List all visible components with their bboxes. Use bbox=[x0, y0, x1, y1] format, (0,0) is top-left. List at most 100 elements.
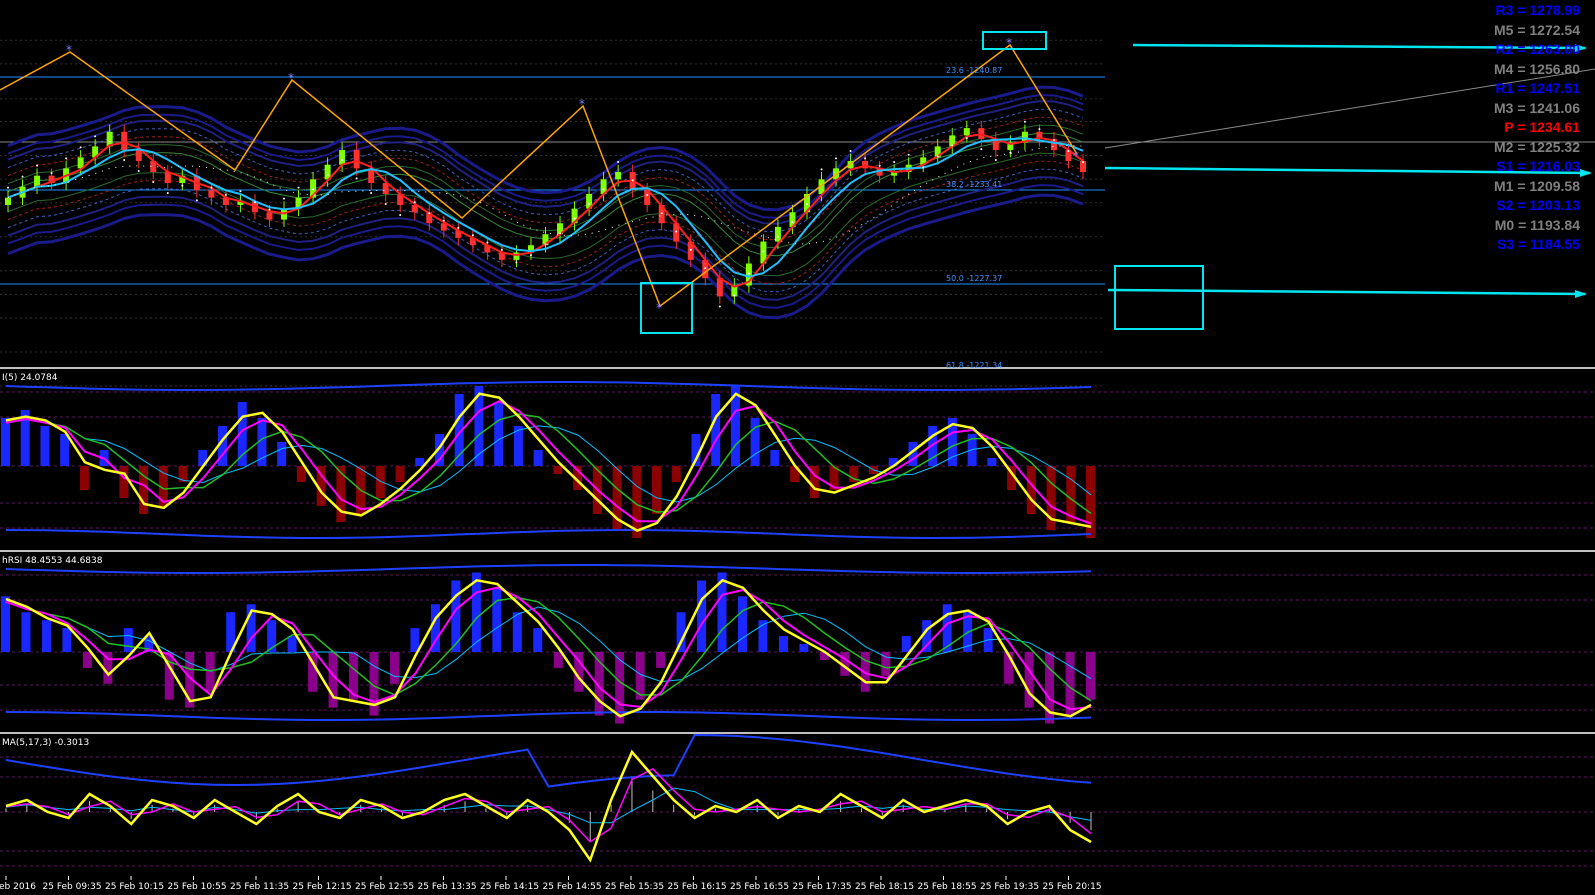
sar-dot bbox=[660, 212, 663, 215]
histogram-bar bbox=[656, 652, 666, 668]
histogram-bar bbox=[901, 636, 911, 652]
sar-dot bbox=[951, 144, 954, 147]
histogram-bar bbox=[987, 458, 997, 466]
pivot-level-label: R3 = 1278.99 bbox=[1495, 2, 1580, 18]
zigzag-marker: * bbox=[579, 97, 585, 111]
sar-dot bbox=[1023, 120, 1026, 123]
trading-chart[interactable]: * * * * * * 23.6 -1240.87 38.2 -1233.41 50.0 -12… bbox=[0, 0, 1595, 892]
sar-dot bbox=[1052, 139, 1055, 142]
histogram-bar bbox=[328, 652, 338, 708]
x-tick-label: 25 Feb 15:35 bbox=[605, 882, 664, 891]
sar-dot bbox=[312, 188, 315, 191]
histogram-bar bbox=[671, 466, 681, 482]
sar-dot bbox=[864, 157, 867, 160]
histogram-bar bbox=[123, 628, 133, 652]
x-tick-label: 25 Feb 12:15 bbox=[293, 882, 352, 891]
x-tick-label: 25 Feb 18:55 bbox=[918, 882, 977, 891]
histogram-bar bbox=[41, 620, 51, 652]
histogram-bar bbox=[697, 580, 707, 652]
arrow-head-2 bbox=[1580, 169, 1592, 177]
sar-dot bbox=[428, 212, 431, 215]
x-tick-label: 25 Feb 11:35 bbox=[230, 882, 289, 891]
histogram-bar bbox=[778, 636, 788, 652]
histogram-bar bbox=[277, 442, 287, 466]
sar-dot bbox=[283, 197, 286, 200]
sar-dot bbox=[515, 261, 518, 264]
sar-dot bbox=[36, 164, 39, 167]
sar-dot bbox=[1038, 128, 1041, 131]
histogram-bar bbox=[62, 628, 72, 652]
histogram-bar bbox=[60, 434, 70, 466]
sar-dot bbox=[849, 150, 852, 153]
sar-dot bbox=[820, 168, 823, 171]
histogram-bar bbox=[21, 612, 31, 652]
sar-dot bbox=[893, 161, 896, 164]
highlight-box-low bbox=[640, 282, 693, 334]
histogram-bar bbox=[287, 636, 297, 652]
histogram-bar bbox=[119, 466, 129, 498]
sar-dot bbox=[747, 272, 750, 275]
sar-dot bbox=[268, 208, 271, 211]
sar-dot bbox=[152, 181, 155, 184]
x-tick-label: 25 Feb 14:15 bbox=[480, 882, 539, 891]
sar-dot bbox=[559, 232, 562, 235]
sar-dot bbox=[631, 179, 634, 182]
zigzag-line bbox=[0, 43, 1078, 308]
sar-dot bbox=[123, 159, 126, 162]
sar-dot bbox=[588, 202, 591, 205]
histogram-bar bbox=[82, 652, 92, 668]
x-tick-label: 25 Feb 20:15 bbox=[1043, 882, 1102, 891]
sar-dot bbox=[7, 186, 9, 189]
sar-dot bbox=[544, 243, 547, 246]
indicator-2-label: hRSI 48.4553 44.6838 bbox=[2, 556, 103, 566]
pivot-level-label: M5 = 1272.54 bbox=[1493, 21, 1580, 38]
histogram-bar bbox=[711, 394, 721, 466]
indicator-lower-band bbox=[5, 711, 1092, 722]
pivot-level-label: M2 = 1225.32 bbox=[1493, 138, 1580, 155]
candle-body bbox=[5, 197, 11, 205]
zigzag-marker: * bbox=[66, 43, 72, 57]
sar-dot bbox=[835, 157, 838, 160]
sar-dot bbox=[617, 161, 620, 164]
sar-dot bbox=[399, 213, 402, 216]
sar-dot bbox=[239, 190, 242, 193]
dashed-band-1 bbox=[7, 108, 1084, 233]
histogram-bar bbox=[553, 652, 563, 668]
sar-dot bbox=[1067, 150, 1070, 153]
fib-label: 50.0 -1227.37 bbox=[946, 274, 1002, 283]
pivot-level-label: M0 = 1193.84 bbox=[1494, 216, 1580, 233]
histogram-bar bbox=[395, 466, 405, 482]
sar-dot bbox=[805, 202, 808, 205]
indicator-upper-band bbox=[5, 381, 1092, 391]
histogram-bar bbox=[389, 652, 399, 684]
x-tick-label: 25 Feb 2016 bbox=[0, 882, 36, 891]
x-tick-label: 25 Feb 10:15 bbox=[105, 882, 164, 891]
candle-body bbox=[135, 150, 142, 162]
sar-dot bbox=[108, 140, 111, 143]
x-tick-label: 25 Feb 17:35 bbox=[793, 882, 852, 891]
histogram-bar bbox=[79, 466, 89, 490]
sar-dot bbox=[689, 248, 692, 251]
sar-dot bbox=[253, 201, 256, 204]
histogram-bar bbox=[494, 402, 504, 466]
histogram-bar bbox=[512, 612, 522, 652]
envelope-band-6 bbox=[7, 193, 1084, 320]
candle-body bbox=[121, 131, 128, 151]
sar-dot bbox=[878, 164, 881, 167]
sar-dot bbox=[21, 175, 24, 178]
histogram-bar bbox=[1024, 652, 1034, 708]
sar-dot bbox=[965, 137, 968, 140]
pivot-level-label: R2 = 1263.00 bbox=[1495, 41, 1580, 57]
sar-dot bbox=[994, 159, 997, 162]
histogram-bar bbox=[1026, 466, 1036, 514]
sar-dot bbox=[1009, 151, 1012, 154]
sar-dot bbox=[210, 186, 213, 189]
x-tick-label: 25 Feb 16:15 bbox=[668, 882, 727, 891]
candle-body bbox=[353, 150, 360, 169]
candle-body bbox=[266, 212, 273, 220]
candle-body bbox=[774, 226, 781, 242]
pivot-level-label: M3 = 1241.06 bbox=[1493, 99, 1580, 116]
sar-dot bbox=[486, 241, 489, 244]
sar-dot bbox=[907, 153, 910, 156]
sar-dot bbox=[776, 235, 779, 238]
